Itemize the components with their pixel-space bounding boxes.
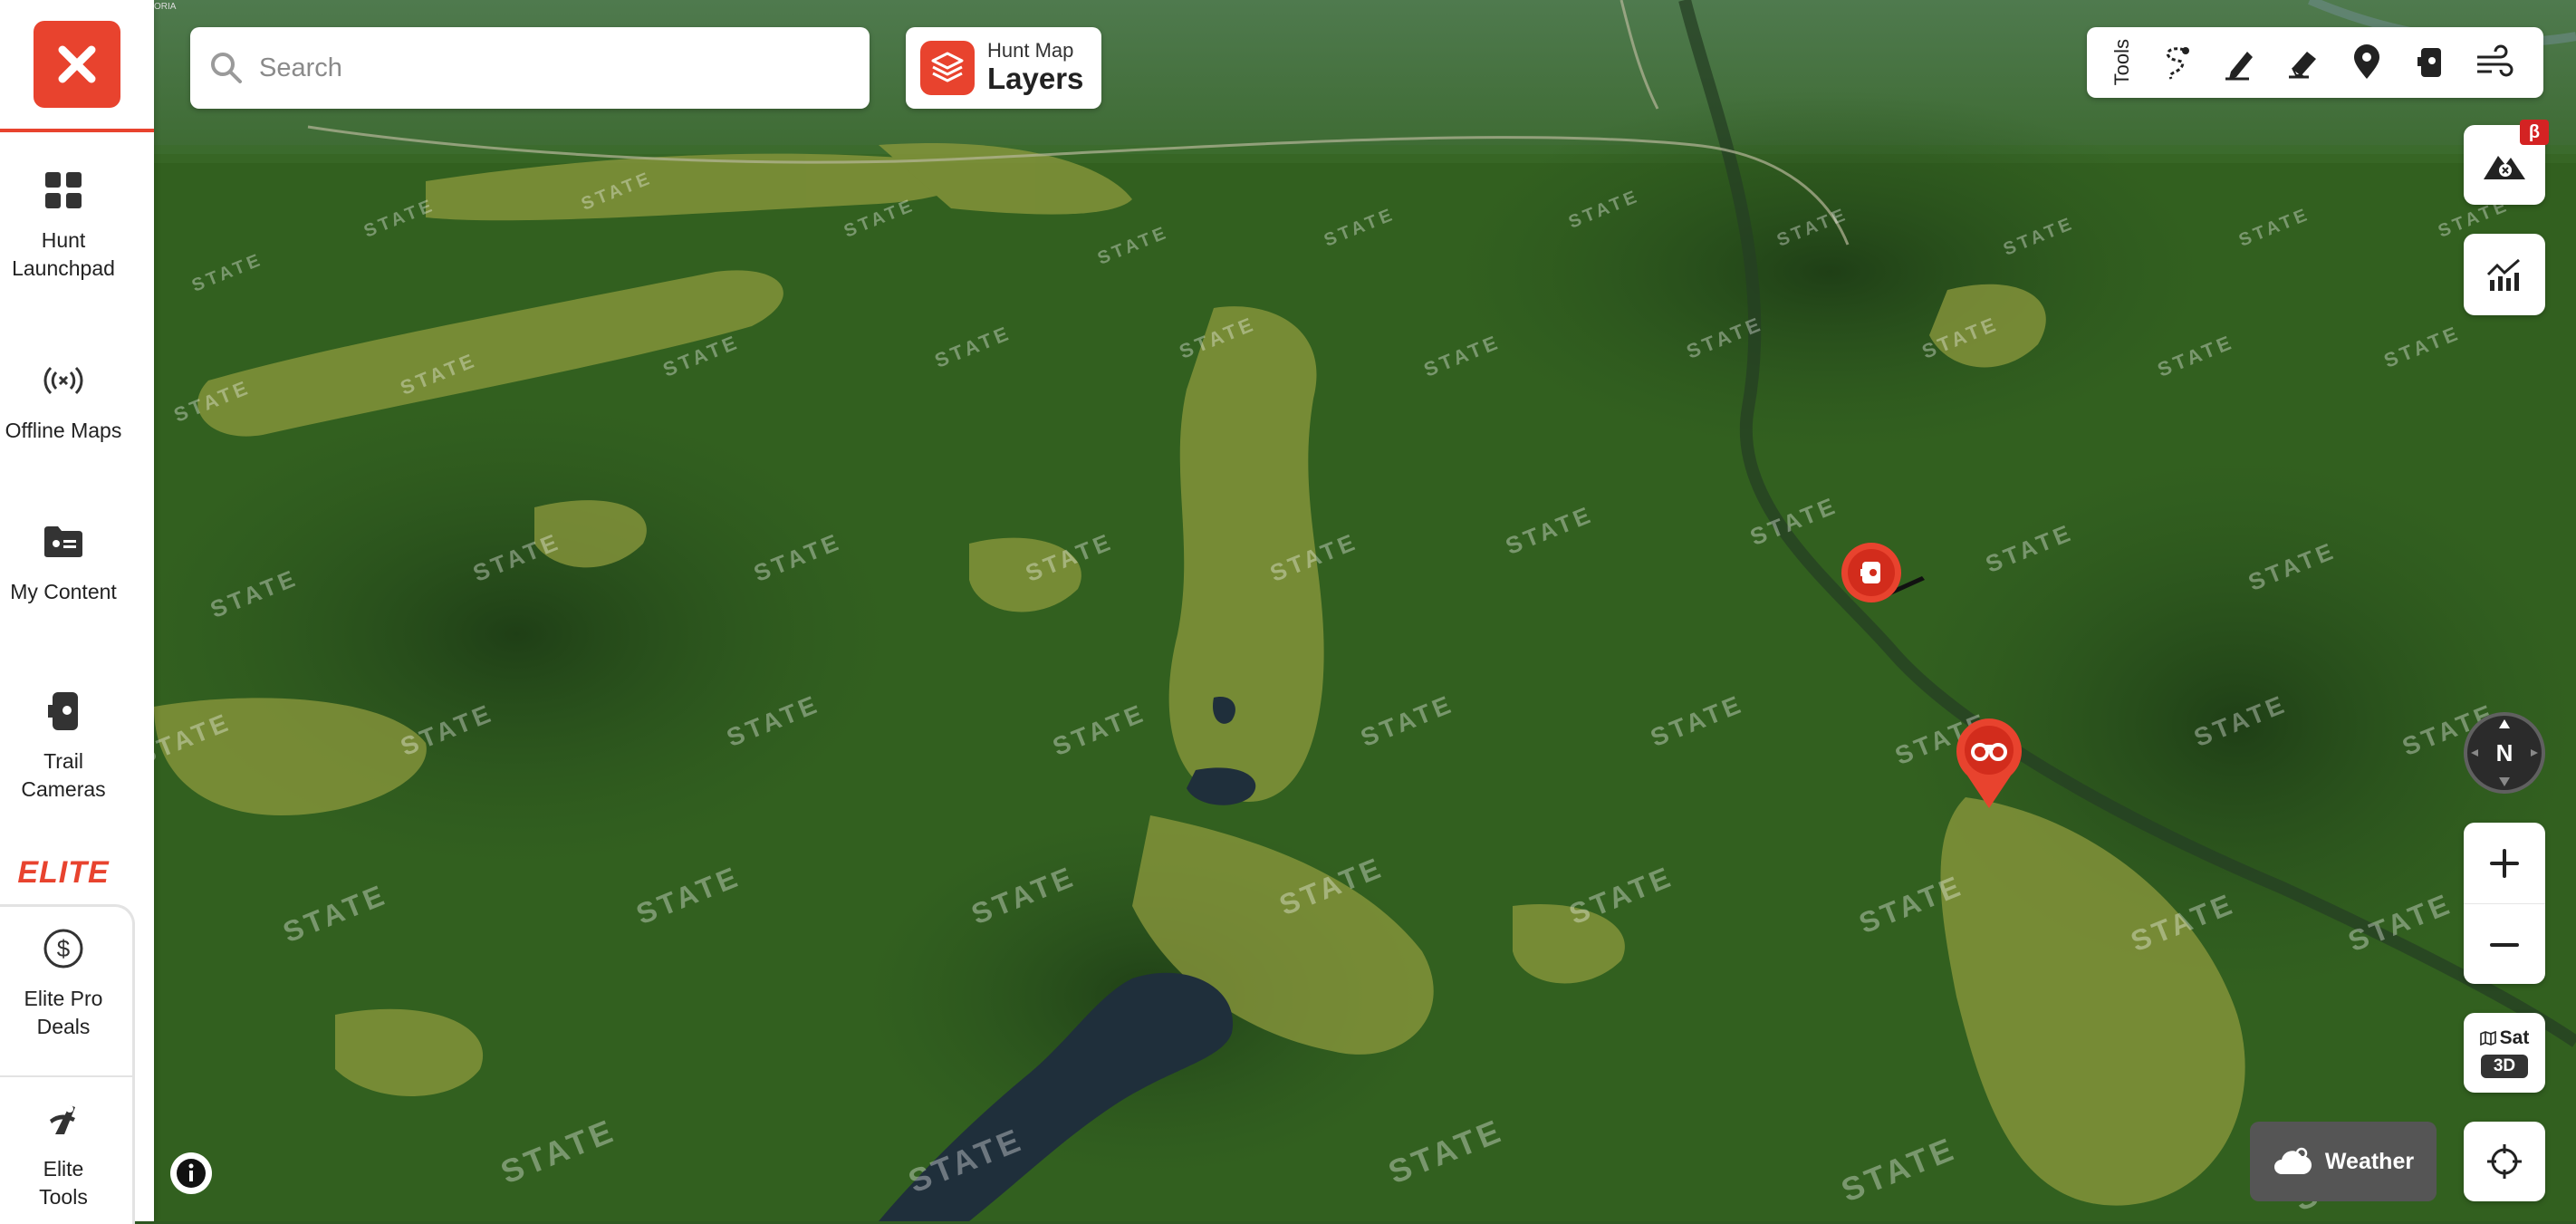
minus-icon: [2490, 942, 2519, 947]
layers-button[interactable]: Hunt Map Layers: [906, 27, 1101, 109]
crosshair-icon: [2487, 1144, 2522, 1179]
terrain-x-button[interactable]: β: [2464, 120, 2549, 205]
sidebar-item-label: Hunt Launchpad: [12, 228, 115, 280]
elite-tools-icon: [36, 1092, 91, 1146]
trail-camera-tool-button[interactable]: [2398, 31, 2462, 94]
weather-button[interactable]: Weather: [2250, 1122, 2437, 1201]
map-corner-text: ORIA: [154, 2, 177, 12]
eraser-icon: [2289, 52, 2316, 79]
tools-label: Tools: [2110, 39, 2133, 86]
plus-icon: [2490, 848, 2519, 878]
sidebar-item-label: Offline Maps: [5, 419, 122, 442]
lasso-tool-button[interactable]: [2145, 31, 2208, 94]
weather-cloud-icon: [2273, 1147, 2312, 1174]
map-info-button[interactable]: [170, 1152, 212, 1194]
trail-camera-icon: [1841, 543, 1925, 602]
terrain-mountain-icon: [2484, 156, 2525, 179]
chart-icon: [2486, 258, 2520, 291]
binoculars-pin[interactable]: [1953, 716, 2025, 814]
location-pin-icon: [2354, 44, 2379, 79]
close-area: [0, 0, 154, 132]
close-button[interactable]: [34, 21, 120, 108]
compass-button[interactable]: N: [2464, 712, 2545, 794]
pen-icon: [2225, 52, 2253, 81]
sidebar-item-offline-maps[interactable]: Offline Maps: [0, 353, 127, 445]
map-icon: [2479, 1031, 2496, 1046]
trail-camera-icon: [2417, 48, 2441, 77]
sidebar-item-label: My Content: [10, 580, 117, 603]
elite-logo: ELITE: [17, 855, 110, 890]
wind-tool-button[interactable]: [2462, 31, 2525, 94]
search-bar: [190, 27, 870, 109]
dollar-icon: $: [36, 921, 91, 976]
tools-toolbar: Tools: [2087, 27, 2543, 98]
map-view[interactable]: STATE STATE STATE STATE STATE STATE STATE STATE…: [154, 0, 2576, 1221]
sidebar: Hunt Launchpad Offline Maps My Content T…: [0, 0, 154, 1224]
elite-panel: $ Elite Pro Deals Elite Tools: [0, 904, 135, 1224]
basemap-label: Sat: [2499, 1027, 2530, 1048]
sidebar-item-label: Trail Cameras: [21, 749, 106, 801]
layers-subtitle: Hunt Map: [987, 39, 1074, 62]
layers-title: Layers: [987, 62, 1084, 95]
elevation-chart-button[interactable]: [2464, 234, 2545, 315]
waypoint-tool-button[interactable]: [2335, 31, 2398, 94]
trail-camera-pin[interactable]: [1839, 542, 1929, 619]
zoom-out-button[interactable]: [2464, 903, 2545, 985]
zoom-in-button[interactable]: [2464, 823, 2545, 903]
close-icon: [58, 45, 96, 83]
wind-icon: [2477, 44, 2514, 77]
trail-camera-icon: [36, 684, 91, 738]
sidebar-item-elite-tools[interactable]: Elite Tools: [0, 1092, 127, 1211]
sidebar-item-hunt-launchpad[interactable]: Hunt Launchpad: [0, 163, 127, 283]
sidebar-item-trail-cameras[interactable]: Trail Cameras: [0, 684, 127, 804]
basemap-toggle[interactable]: Sat 3D: [2464, 1013, 2545, 1093]
layers-icon: [920, 41, 975, 95]
info-icon: [177, 1159, 206, 1188]
sidebar-item-label: Elite Tools: [39, 1157, 88, 1209]
weather-label: Weather: [2324, 1148, 2415, 1174]
compass-north-label: N: [2495, 738, 2514, 766]
search-icon: [211, 53, 242, 83]
binoculars-icon: [1956, 718, 2022, 808]
sidebar-item-my-content[interactable]: My Content: [0, 515, 127, 606]
search-input[interactable]: [257, 52, 804, 84]
svg-text:$: $: [57, 935, 71, 962]
pen-tool-button[interactable]: [2208, 31, 2272, 94]
beta-badge: β: [2520, 120, 2549, 145]
lasso-icon: [2166, 47, 2189, 80]
folder-icon: [36, 515, 91, 569]
basemap-3d-badge: 3D: [2480, 1055, 2529, 1078]
sidebar-item-elite-pro-deals[interactable]: $ Elite Pro Deals: [0, 921, 127, 1041]
satellite-terrain: [154, 0, 2576, 1221]
grid-icon: [36, 163, 91, 217]
sidebar-item-label: Elite Pro Deals: [24, 987, 103, 1038]
divider: [0, 1075, 132, 1077]
zoom-controls: [2464, 823, 2545, 984]
eraser-tool-button[interactable]: [2272, 31, 2335, 94]
locate-me-button[interactable]: [2464, 1122, 2545, 1201]
offline-signal-icon: [36, 353, 91, 408]
